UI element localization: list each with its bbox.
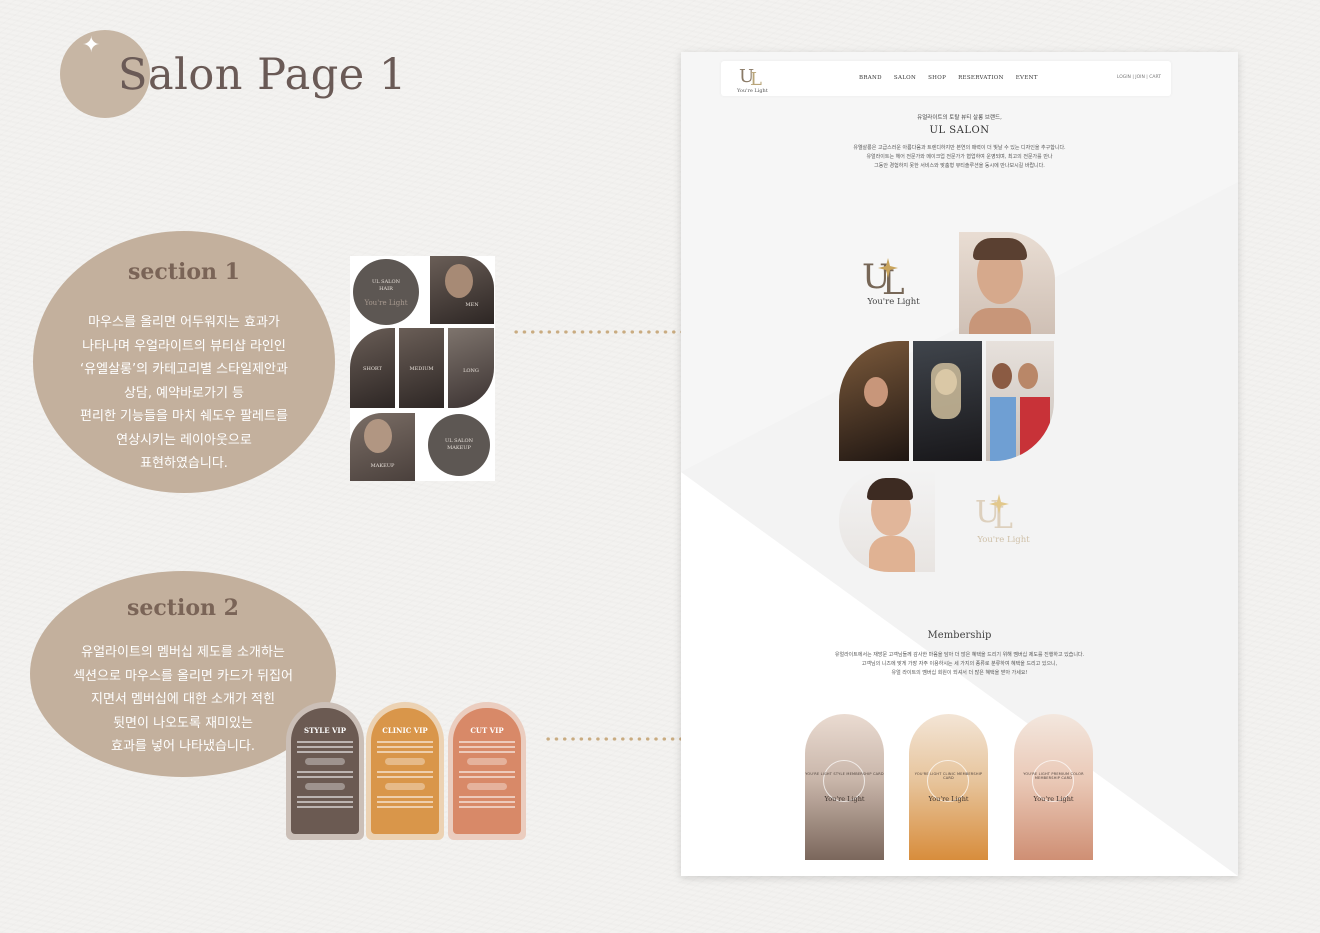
intro-title: UL SALON [929, 125, 990, 136]
thumb-text: UL SALON [372, 279, 400, 285]
site-logo-text: You're Light [736, 88, 768, 94]
thumb-text: MEDIUM [409, 366, 434, 372]
gallery-logo-b: U L [975, 494, 1013, 536]
card-ring-text: YOU'RE LIGHT PREMIUM COLOR MEMBERSHIP CA… [1023, 772, 1084, 780]
site-logo[interactable]: U L You're Light [735, 64, 771, 94]
site-nav-menu: BRAND SALON SHOP RESERVATION EVENT [859, 75, 1038, 81]
section1-line: 표현하였습니다. [140, 456, 228, 471]
membership-line: 유얼 라이트의 멤버십 회원이 되셔서 더 많은 혜택을 받아 가세요! [891, 670, 1028, 677]
thumb-makeup-card: MAKEUP [350, 413, 415, 481]
gallery-logo-a-text: You're Light [867, 297, 920, 307]
website-mockup: U L You're Light BRAND SALON SHOP RESERV… [681, 52, 1238, 876]
section1-heading: section 1 [128, 259, 240, 285]
section2-heading: section 2 [127, 595, 239, 621]
section1-line: 상담, 예약바로가기 등 [123, 385, 245, 401]
vip-card-title: CUT VIP [470, 726, 504, 735]
membership-body: 유얼라이트에서는 재방문 고객님들께 감사한 마음을 담아 더 많은 혜택을 드… [681, 651, 1238, 679]
vip-card-title: STYLE VIP [304, 726, 346, 735]
section1-line: 마우스를 올리면 어두워지는 효과가 [88, 315, 280, 330]
card-logo: You're Light [824, 795, 865, 803]
connector-dots [544, 737, 686, 741]
vip-card-inner: CLINIC VIP [371, 708, 439, 834]
intro-line: 그동안 경험하지 못한 서비스와 맞춤형 뷰티솔루션을 동시에 만나보시길 바랍… [874, 163, 1045, 170]
membership-line: 유얼라이트에서는 재방문 고객님들께 감사한 마음을 담아 더 많은 혜택을 드… [834, 652, 1085, 658]
vip-card-title: CLINIC VIP [382, 726, 428, 735]
section1-thumbnail: UL SALON HAIR You're Light MEN SHORT MED… [350, 256, 495, 481]
photo-makeup[interactable] [839, 470, 935, 572]
thumb-short-card: SHORT [350, 328, 395, 408]
nav-item-salon[interactable]: SALON [894, 75, 916, 81]
thumb-text: HAIR [379, 286, 393, 292]
section2-line: 섹션으로 마우스를 올리면 카드가 뒤집어 [73, 668, 293, 684]
vip-card-inner: CUT VIP [453, 708, 521, 834]
nav-item-reservation[interactable]: RESERVATION [958, 75, 1004, 81]
thumb-text: MAKEUP [447, 445, 471, 451]
section1-description: 마우스를 올리면 어두워지는 효과가 나타나며 우얼라이트의 뷰티샵 라인인 ‘… [33, 311, 335, 476]
intro-body: 유엘살롱은 고급스러운 아름다움과 트렌디하지만 본연의 매력이 더 빛날 수 … [681, 144, 1238, 172]
membership-line: 고객님의 니즈에 맞게 가장 자주 이용하시는 세 가지의 종류로 분류하여 혜… [861, 661, 1058, 668]
thumb-makeup-circle: UL SALON MAKEUP [428, 414, 490, 476]
page-title: Salon Page 1 [118, 50, 407, 100]
vip-card-cut: CUT VIP [448, 702, 526, 840]
section1-line: 나타나며 우얼라이트의 뷰티샵 라인인 [82, 338, 286, 354]
thumb-hair-card: UL SALON HAIR You're Light [353, 259, 419, 325]
photo-long[interactable] [986, 341, 1054, 461]
card-ring-text: YOU'RE LIGHT CLINIC MEMBERSHIP CARD [914, 772, 983, 780]
card-logo: You're Light [1033, 795, 1074, 803]
intro-tagline: 유얼라이트의 토탈 뷰티 살롱 브랜드, [917, 115, 1002, 121]
membership-title: Membership [927, 630, 992, 641]
photo-men[interactable] [959, 232, 1055, 334]
thumb-men-card: MEN [430, 256, 494, 324]
thumb-text: LONG [463, 368, 479, 374]
thumb-long-card: LONG [448, 328, 494, 408]
vip-card-style: STYLE VIP [286, 702, 364, 840]
section1-line: ‘유엘살롱’의 카테고리별 스타일제안과 [80, 362, 288, 377]
section1-line: 연상시키는 레이아웃으로 [116, 432, 252, 448]
svg-text:L: L [750, 69, 762, 90]
nav-item-shop[interactable]: SHOP [928, 75, 946, 81]
section2-line: 유얼라이트의 멤버십 제도를 소개하는 [81, 645, 285, 660]
thumb-text: SHORT [363, 366, 382, 372]
membership-card-style[interactable]: YOU'RE LIGHT STYLE MEMBERSHIP CARD You'r… [805, 714, 884, 860]
membership-card-clinic[interactable]: YOU'RE LIGHT CLINIC MEMBERSHIP CARD You'… [909, 714, 988, 860]
thumb-medium-card: MEDIUM [399, 328, 444, 408]
membership-card-cut[interactable]: YOU'RE LIGHT PREMIUM COLOR MEMBERSHIP CA… [1014, 714, 1093, 860]
site-nav-util[interactable]: LOGIN | JOIN | CART [1117, 75, 1161, 80]
card-logo: You're Light [928, 795, 969, 803]
photo-medium[interactable] [913, 341, 982, 461]
gallery-logo-b-text: You're Light [977, 535, 1030, 545]
section1-line: 편리한 기능들을 마치 쉐도우 팔레트를 [80, 409, 288, 424]
vip-card-clinic: CLINIC VIP [366, 702, 444, 840]
nav-item-brand[interactable]: BRAND [859, 75, 882, 81]
thumb-text: MAKEUP [370, 463, 395, 469]
thumb-text: UL SALON [445, 438, 473, 444]
nav-item-event[interactable]: EVENT [1016, 75, 1038, 81]
sparkle-icon: ✦ [82, 33, 101, 58]
intro-line: 유얼라이트는 헤어 전문가와 메이크업 전문가가 협업하여 운영되며, 최고의 … [866, 154, 1053, 161]
intro-line: 유엘살롱은 고급스러운 아름다움과 트렌디하지만 본연의 매력이 더 빛날 수 … [853, 145, 1066, 151]
thumb-text: MEN [465, 302, 479, 308]
thumb-text: You're Light [364, 299, 408, 307]
card-ring-text: YOU'RE LIGHT STYLE MEMBERSHIP CARD [805, 772, 884, 776]
vip-card-inner: STYLE VIP [291, 708, 359, 834]
site-navbar: U L You're Light BRAND SALON SHOP RESERV… [721, 61, 1171, 96]
svg-text:L: L [993, 501, 1013, 536]
